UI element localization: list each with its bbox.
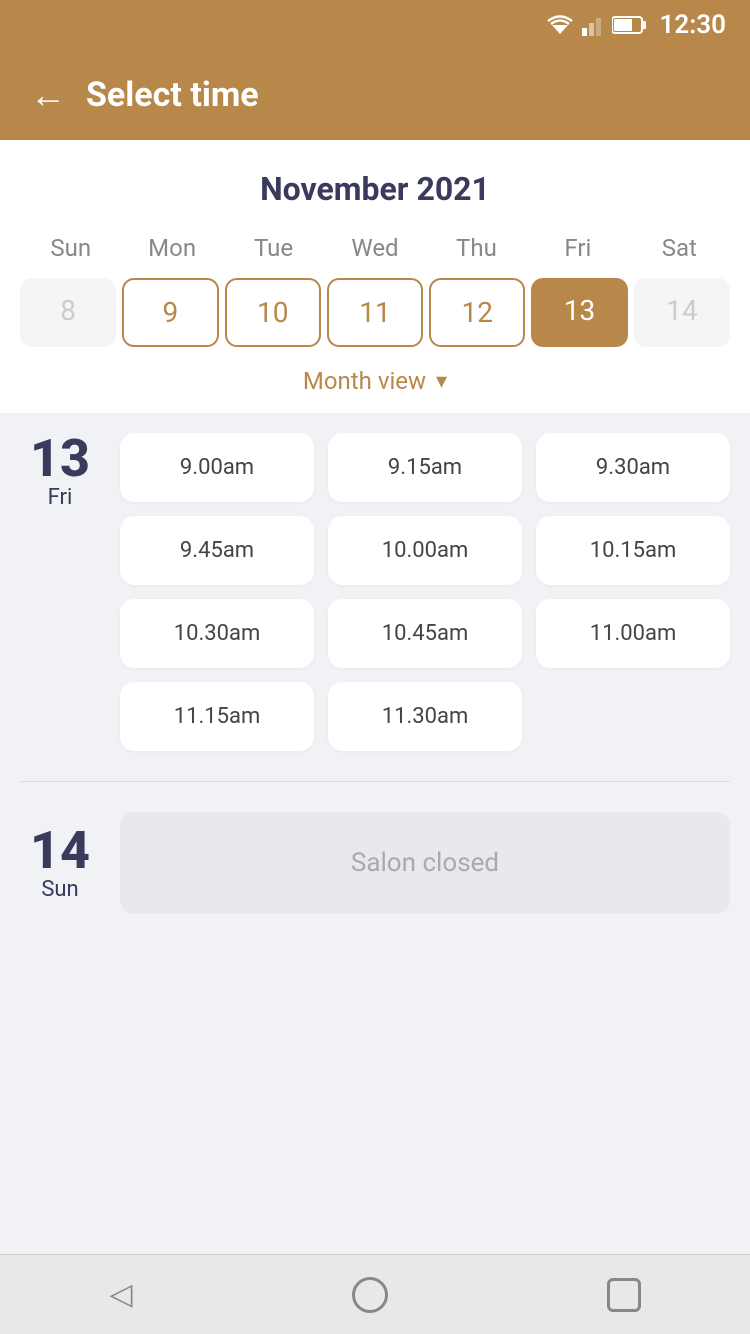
time-slot-1000[interactable]: 10.00am [328, 516, 522, 585]
time-slot-1130[interactable]: 11.30am [328, 682, 522, 751]
time-slot-930[interactable]: 9.30am [536, 433, 730, 502]
nav-home-button[interactable] [352, 1277, 388, 1313]
time-slot-945[interactable]: 9.45am [120, 516, 314, 585]
weekday-sat: Sat [629, 228, 730, 268]
date-12[interactable]: 12 [429, 278, 525, 347]
day-13-block: 13 Fri 9.00am 9.15am 9.30am 9.45am 10.00… [20, 433, 730, 751]
calendar-section: November 2021 Sun Mon Tue Wed Thu Fri Sa… [0, 140, 750, 413]
day-divider [20, 781, 730, 782]
time-slot-1030[interactable]: 10.30am [120, 599, 314, 668]
time-slot-900[interactable]: 9.00am [120, 433, 314, 502]
time-grid-13: 9.00am 9.15am 9.30am 9.45am 10.00am 10.1… [120, 433, 730, 751]
day-14-label: 14 Sun [20, 825, 100, 902]
day-14-number: 14 [20, 825, 100, 877]
day-13-number: 13 [20, 433, 100, 485]
date-13[interactable]: 13 [531, 278, 627, 347]
wifi-icon [546, 14, 574, 36]
time-slot-1115[interactable]: 11.15am [120, 682, 314, 751]
time-slot-1100[interactable]: 11.00am [536, 599, 730, 668]
chevron-down-icon: ▾ [436, 369, 447, 394]
date-10[interactable]: 10 [225, 278, 321, 347]
salon-closed-label: Salon closed [120, 812, 730, 914]
weekday-fri: Fri [527, 228, 628, 268]
weekday-sun: Sun [20, 228, 121, 268]
status-icons [546, 14, 648, 36]
date-14[interactable]: 14 [634, 278, 730, 347]
day-14-block: 14 Sun Salon closed [20, 812, 730, 914]
status-time: 12:30 [660, 10, 727, 40]
bottom-nav: ◁ [0, 1254, 750, 1334]
nav-recent-button[interactable] [607, 1278, 641, 1312]
time-slot-1045[interactable]: 10.45am [328, 599, 522, 668]
date-8[interactable]: 8 [20, 278, 116, 347]
month-view-toggle[interactable]: Month view ▾ [20, 347, 730, 413]
back-button[interactable]: ← [30, 77, 66, 113]
time-section: 13 Fri 9.00am 9.15am 9.30am 9.45am 10.00… [0, 413, 750, 1254]
time-slot-915[interactable]: 9.15am [328, 433, 522, 502]
month-label: November 2021 [20, 170, 730, 208]
weekday-tue: Tue [223, 228, 324, 268]
month-view-label: Month view [303, 367, 426, 395]
app-header: ← Select time [0, 50, 750, 140]
nav-back-button[interactable]: ◁ [109, 1277, 132, 1312]
battery-icon [612, 15, 648, 35]
date-9[interactable]: 9 [122, 278, 218, 347]
time-slot-1015[interactable]: 10.15am [536, 516, 730, 585]
weekday-row: Sun Mon Tue Wed Thu Fri Sat [20, 228, 730, 268]
weekday-thu: Thu [426, 228, 527, 268]
status-bar: 12:30 [0, 0, 750, 50]
day-13-label: 13 Fri [20, 433, 100, 751]
date-11[interactable]: 11 [327, 278, 423, 347]
signal-icon [582, 14, 604, 36]
weekday-wed: Wed [324, 228, 425, 268]
date-row: 8 9 10 11 12 13 14 [20, 278, 730, 347]
page-title: Select time [86, 75, 259, 115]
weekday-mon: Mon [121, 228, 222, 268]
